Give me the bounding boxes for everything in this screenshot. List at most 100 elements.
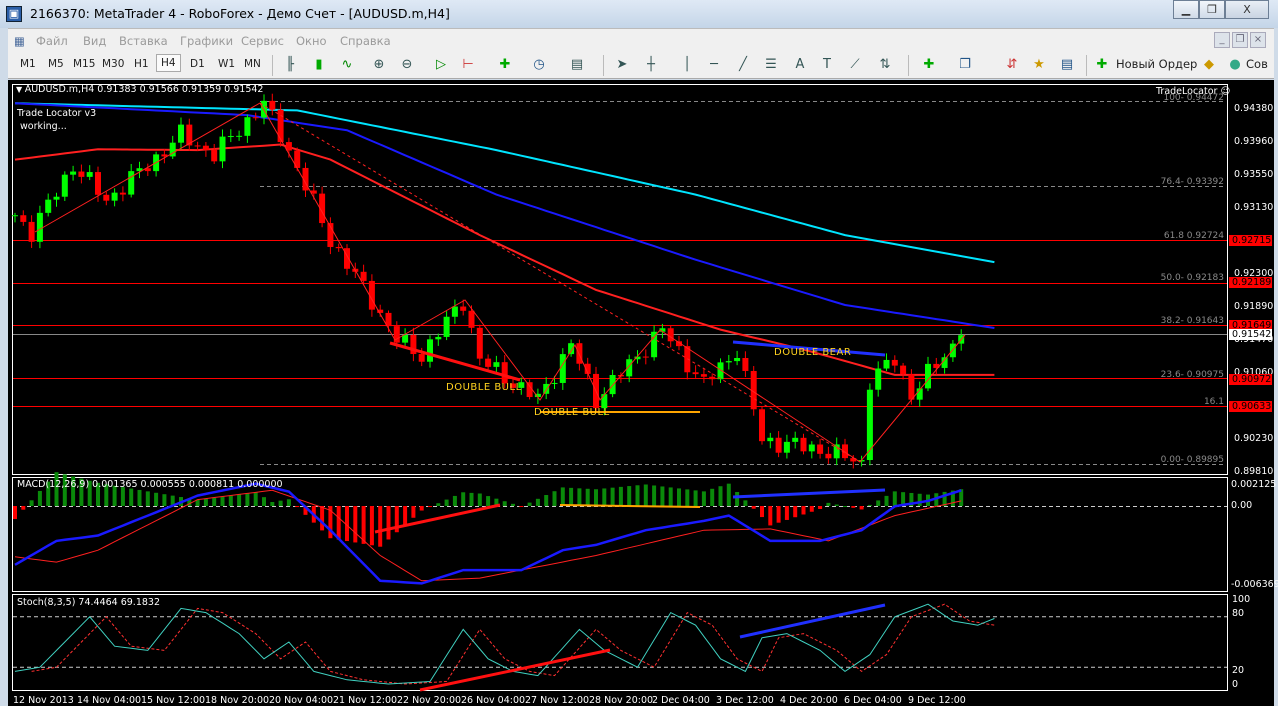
pattern-label[interactable]: DOUBLE BEAR [774,347,851,358]
candle-body [501,362,508,384]
indicator-name: Trade Locator v3 [17,108,97,119]
price-tick: 0.93550 [1234,169,1274,180]
macd-histogram-bar [544,495,549,506]
macd-header: MACD(12,26,9) 0.001365 0.000555 0.000811… [17,479,283,490]
macd-histogram-bar [809,506,814,512]
candle-body [543,383,550,394]
macd-histogram-bar [701,491,706,506]
macd-histogram-bar [726,483,731,506]
candle-body [53,196,60,200]
candle-body [891,359,898,366]
fibo-label: 50.0- 0.92183 [1160,273,1224,283]
macd-histogram-bar [801,506,806,515]
stoch-tick: 100 [1232,594,1251,605]
macd-histogram-bar [884,495,889,506]
candle-body [443,316,450,337]
current-price-tag: 0.91542 [1229,329,1272,340]
macd-histogram-bar [444,499,449,506]
macd-histogram-bar [859,506,864,510]
mid-ma-line [14,102,995,329]
time-label: 3 Dec 12:00 [716,695,774,706]
macd-histogram-bar [793,506,798,518]
candle-body [402,334,409,343]
macd-tick: -0.006369 [1231,579,1278,590]
candle-body [792,437,799,442]
candle-body [476,327,483,359]
candle-body [875,368,882,390]
candle-body [78,171,85,177]
macd-histogram-bar [212,497,217,506]
macd-histogram-bar [237,494,242,506]
candle-body [817,444,824,454]
candle-body [252,117,259,119]
macd-histogram-bar [129,488,134,506]
candle-body [219,136,226,162]
candle-body [734,357,741,362]
macd-histogram-bar [851,506,856,508]
candle-body [119,192,126,195]
stoch-tick: 0 [1232,679,1239,690]
macd-histogram-bar [594,489,598,506]
candle-body [360,271,367,281]
candle-body [28,221,35,242]
candle-body [111,192,118,201]
candle-body [642,356,649,358]
macd-histogram-bar [21,506,26,510]
macd-histogram-bar [403,506,408,526]
macd-histogram-bar [784,506,789,520]
macd-histogram-bar [602,488,607,506]
macd-histogram-bar [419,506,424,511]
candle-body [692,372,699,375]
macd-tick: 0.002125 [1231,479,1277,490]
macd-histogram-bar [610,487,615,506]
chart-plot[interactable] [0,0,1278,706]
candle-body [103,194,110,201]
candle-body [418,354,425,362]
time-label: 12 Nov 2013 [13,695,74,706]
indicator-status: working... [20,121,67,132]
macd-histogram-bar [270,502,275,506]
macd-tick: 0.00 [1231,500,1253,511]
candle-body [808,444,815,452]
candle-body [925,363,931,389]
macd-histogram-bar [477,493,482,506]
candle-body [725,361,732,363]
macd-histogram-bar [751,506,756,509]
candle-body [667,328,674,342]
macd-histogram-bar [13,506,17,520]
time-label: 22 Nov 20:00 [397,695,462,706]
macd-histogram-bar [436,503,441,506]
candle-body [485,358,492,367]
candle-body [651,331,658,358]
macd-histogram-bar [353,506,358,543]
macd-histogram-bar [519,506,524,507]
macd-histogram-bar [577,488,582,506]
macd-histogram-bar [502,501,507,506]
macd-histogram-bar [320,506,325,531]
candle-body [12,215,18,217]
pattern-label[interactable]: DOUBLE BULL [534,407,610,418]
time-label: 14 Nov 04:00 [77,695,142,706]
macd-histogram-bar [486,496,491,506]
macd-histogram-bar [286,499,291,506]
candle-body [70,171,77,175]
stoch-tick: 80 [1232,608,1245,619]
candle-body [576,343,583,364]
candle-body [451,306,458,317]
macd-histogram-bar [560,487,565,506]
macd-histogram-bar [569,487,574,506]
macd-histogram-bar [718,486,723,506]
macd-histogram-bar [818,506,823,510]
candle-body [493,362,500,367]
candle-body [20,215,27,222]
collapse-arrow-icon[interactable]: ▼ [16,85,25,94]
candle-body [900,365,907,375]
time-label: 26 Nov 04:00 [461,695,526,706]
time-label: 4 Dec 20:00 [780,695,838,706]
candle-body [460,306,467,311]
candle-body [551,382,558,384]
macd-histogram-bar [154,492,159,506]
macd-histogram-bar [262,497,266,506]
pattern-label[interactable]: DOUBLE BULL [446,382,522,393]
candle-body [236,135,243,137]
